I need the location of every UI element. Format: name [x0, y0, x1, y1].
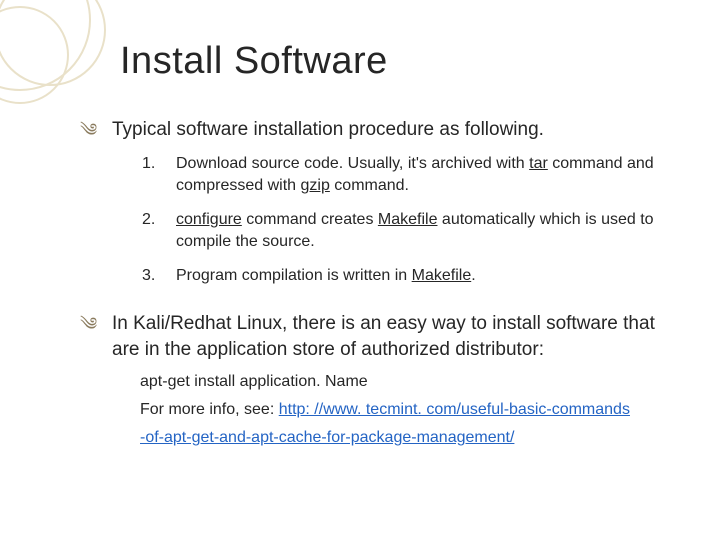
- slide-body: Install Software ༄ Typical software inst…: [0, 0, 720, 540]
- list-item: 2. configure command creates Makefile au…: [142, 209, 670, 253]
- command-line: apt-get install application. Name: [140, 371, 670, 393]
- list-item: 1. Download source code. Usually, it's a…: [142, 153, 670, 197]
- underline-term: tar: [529, 155, 548, 172]
- bullet-2-sub: apt-get install application. Name For mo…: [140, 371, 670, 449]
- swirl-icon: ༄: [80, 311, 112, 337]
- list-number: 3.: [142, 265, 176, 287]
- underline-term: Makefile: [378, 211, 438, 228]
- list-number: 2.: [142, 209, 176, 231]
- ordered-list: 1. Download source code. Usually, it's a…: [142, 153, 670, 287]
- list-text: Program compilation is written in Makefi…: [176, 265, 476, 287]
- underline-term: gzip: [301, 177, 330, 194]
- info-line-2: -of-apt-get-and-apt-cache-for-package-ma…: [140, 427, 670, 449]
- list-text: configure command creates Makefile autom…: [176, 209, 670, 253]
- info-prefix: For more info, see:: [140, 401, 279, 418]
- swirl-icon: ༄: [80, 117, 112, 143]
- list-text: Download source code. Usually, it's arch…: [176, 153, 670, 197]
- bullet-1: ༄ Typical software installation procedur…: [80, 117, 670, 143]
- bullet-1-text: Typical software installation procedure …: [112, 117, 544, 143]
- underline-term: Makefile: [412, 267, 472, 284]
- list-number: 1.: [142, 153, 176, 175]
- external-link[interactable]: http: //www. tecmint. com/useful-basic-c…: [279, 401, 630, 418]
- bullet-2-text: In Kali/Redhat Linux, there is an easy w…: [112, 311, 670, 363]
- underline-term: configure: [176, 211, 242, 228]
- info-line: For more info, see: http: //www. tecmint…: [140, 399, 670, 421]
- slide-title: Install Software: [120, 40, 680, 83]
- external-link[interactable]: -of-apt-get-and-apt-cache-for-package-ma…: [140, 429, 514, 446]
- bullet-2: ༄ In Kali/Redhat Linux, there is an easy…: [80, 311, 670, 363]
- slide-content: ༄ Typical software installation procedur…: [80, 117, 670, 449]
- list-item: 3. Program compilation is written in Mak…: [142, 265, 670, 287]
